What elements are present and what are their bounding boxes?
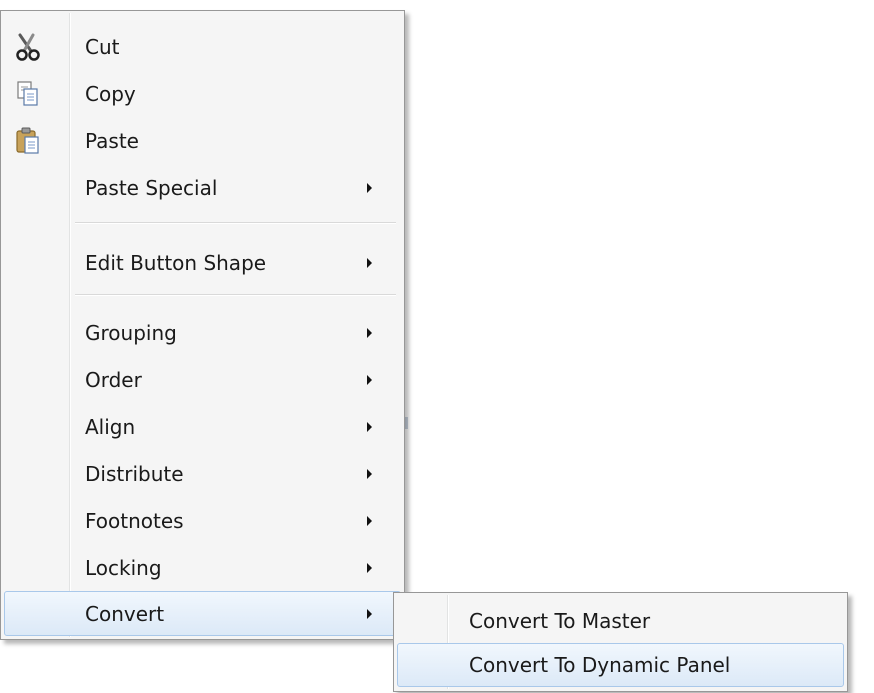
menu-item-align[interactable]: Align bbox=[4, 403, 401, 450]
menu-item-label: Distribute bbox=[85, 461, 184, 486]
convert-submenu: Convert To Master Convert To Dynamic Pan… bbox=[393, 592, 848, 692]
menu-separator bbox=[75, 222, 396, 223]
menu-item-convert-to-dynamic-panel[interactable]: Convert To Dynamic Panel bbox=[397, 643, 844, 687]
context-menu: Cut Copy Paste Paste Special Edit Button… bbox=[0, 10, 405, 640]
submenu-arrow-icon bbox=[367, 468, 372, 479]
menu-item-label: Paste Special bbox=[85, 175, 218, 200]
submenu-arrow-icon bbox=[367, 257, 372, 268]
menu-item-distribute[interactable]: Distribute bbox=[4, 450, 401, 497]
menu-item-edit-button-shape[interactable]: Edit Button Shape bbox=[4, 239, 401, 286]
menu-item-label: Footnotes bbox=[85, 508, 184, 533]
menu-item-label: Locking bbox=[85, 555, 162, 580]
paste-icon bbox=[13, 126, 43, 156]
menu-item-label: Order bbox=[85, 367, 142, 392]
submenu-arrow-icon bbox=[367, 608, 372, 619]
menu-item-label: Convert bbox=[85, 601, 165, 626]
menu-item-footnotes[interactable]: Footnotes bbox=[4, 497, 401, 544]
menu-item-label: Cut bbox=[85, 34, 120, 59]
menu-item-label: Grouping bbox=[85, 320, 177, 345]
menu-item-convert-to-master[interactable]: Convert To Master bbox=[397, 599, 844, 643]
menu-item-paste[interactable]: Paste bbox=[4, 117, 401, 164]
menu-item-label: Align bbox=[85, 414, 136, 439]
menu-item-label: Convert To Dynamic Panel bbox=[469, 653, 731, 677]
copy-icon bbox=[13, 79, 43, 109]
menu-item-label: Edit Button Shape bbox=[85, 250, 267, 275]
menu-item-locking[interactable]: Locking bbox=[4, 544, 401, 591]
submenu-arrow-icon bbox=[367, 182, 372, 193]
menu-item-cut[interactable]: Cut bbox=[4, 23, 401, 70]
menu-item-label: Paste bbox=[85, 128, 139, 153]
background-edge-mark bbox=[405, 417, 408, 429]
menu-item-grouping[interactable]: Grouping bbox=[4, 309, 401, 356]
menu-item-label: Copy bbox=[85, 81, 136, 106]
submenu-arrow-icon bbox=[367, 515, 372, 526]
scissors-icon bbox=[13, 32, 43, 62]
submenu-arrow-icon bbox=[367, 421, 372, 432]
menu-separator bbox=[75, 294, 396, 295]
menu-item-label: Convert To Master bbox=[469, 609, 651, 633]
submenu-arrow-icon bbox=[367, 327, 372, 338]
menu-item-order[interactable]: Order bbox=[4, 356, 401, 403]
submenu-arrow-icon bbox=[367, 562, 372, 573]
menu-item-paste-special[interactable]: Paste Special bbox=[4, 164, 401, 211]
menu-item-convert[interactable]: Convert bbox=[4, 591, 401, 636]
menu-item-copy[interactable]: Copy bbox=[4, 70, 401, 117]
submenu-arrow-icon bbox=[367, 374, 372, 385]
